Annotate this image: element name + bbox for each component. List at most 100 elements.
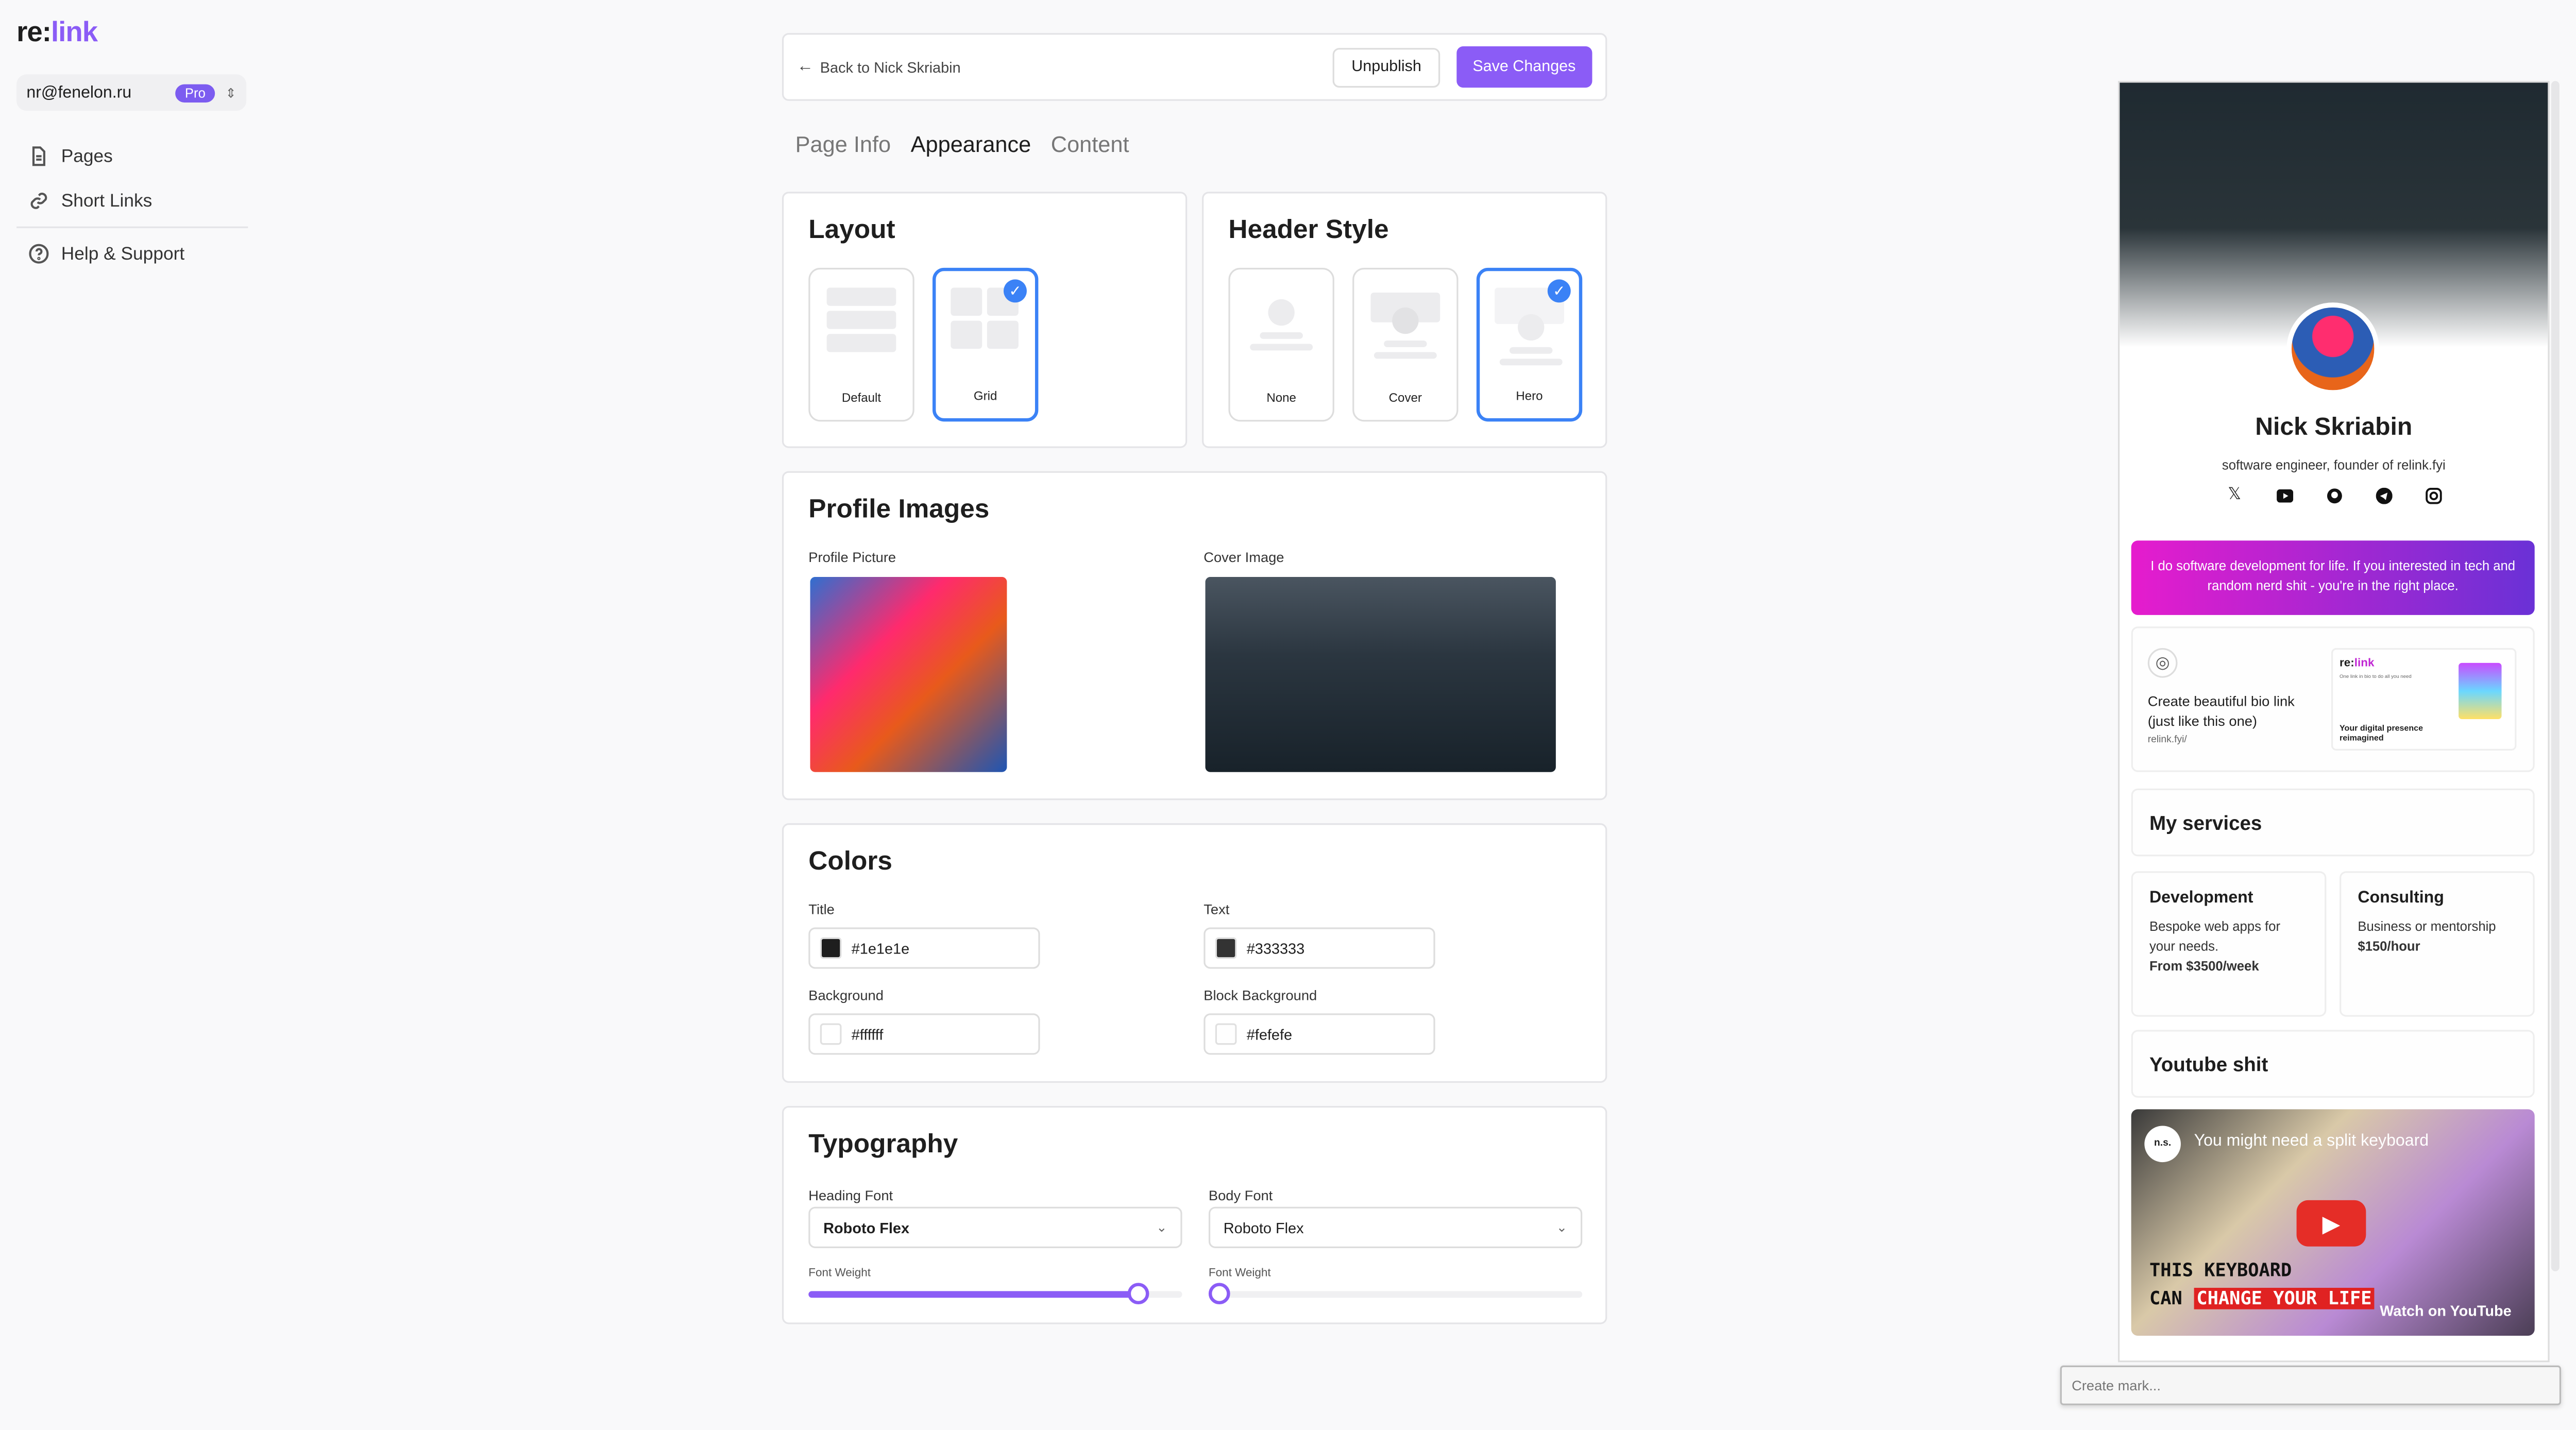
sidebar-item-label: Help & Support [61,244,185,264]
preview-scrollbar[interactable] [2551,81,2560,1271]
color-value: #333333 [1246,940,1305,957]
profile-images-section: Profile Images Profile Picture Cover Ima… [782,471,1607,801]
color-value: #ffffff [851,1026,884,1043]
body-weight-thumb[interactable] [1208,1283,1230,1305]
preview-service-card[interactable]: Consulting Business or mentorship $150/h… [2340,871,2535,1017]
color-swatch[interactable] [1215,1023,1237,1045]
sidebar-item-pages[interactable]: Pages [16,134,248,179]
preview-text-banner: I do software development for life. If y… [2131,540,2535,615]
tab-appearance[interactable]: Appearance [911,132,1031,157]
preview-youtube-embed[interactable]: n.s. You might need a split keyboard ▶ T… [2131,1109,2535,1336]
preview-socials: 𝕏 [2120,486,2548,504]
back-label: Back to Nick Skriabin [820,58,961,76]
preview-link-card[interactable]: ◎ Create beautiful bio link (just like t… [2131,626,2535,772]
preview-avatar [1268,299,1295,326]
page-preview: Nick Skriabin software engineer, founder… [2117,81,2550,1363]
chevron-updown-icon: ⇕ [225,85,236,100]
field-label: Heading Font [808,1187,893,1204]
preview-name: Nick Skriabin [2255,413,2413,441]
preview-block [951,320,982,349]
play-icon[interactable]: ▶ [2296,1200,2366,1247]
heading-font-select[interactable]: Roboto Flex ⌄ [808,1206,1182,1248]
block-background-color-input[interactable]: #fefefe [1204,1013,1435,1055]
header-option-cover[interactable]: Cover [1352,267,1459,422]
title-color-input[interactable]: #1e1e1e [808,927,1040,969]
preview-block [826,334,896,352]
body-font-select[interactable]: Roboto Flex ⌄ [1208,1206,1583,1248]
preview-line [1499,359,1563,366]
layout-option-default[interactable]: Default [808,267,914,422]
preview-avatar [1518,314,1545,341]
background-color-input[interactable]: #ffffff [808,1013,1040,1055]
body-weight-slider[interactable] [1208,1291,1583,1298]
chevron-down-icon: ⌄ [1556,1220,1568,1235]
select-value: Roboto Flex [1223,1219,1304,1236]
tab-content[interactable]: Content [1051,132,1129,157]
section-title: Typography [808,1131,958,1159]
unpublish-button[interactable]: Unpublish [1333,47,1440,87]
logo-prefix: re: [16,16,52,48]
field-label: Profile Picture [808,549,896,566]
create-mark-input[interactable] [2060,1365,2562,1405]
telegram-icon[interactable] [2374,486,2392,504]
service-price: $150/hour [2358,939,2420,954]
preview-block [826,311,896,329]
layout-option-grid[interactable]: ✓ Grid [932,267,1039,422]
preview-block [987,320,1019,349]
preview-line [1374,352,1437,359]
sidebar-item-label: Short Links [61,191,152,211]
sidebar-item-short-links[interactable]: Short Links [16,179,248,224]
save-button[interactable]: Save Changes [1456,46,1592,88]
header-option-none[interactable]: None [1228,267,1334,422]
color-swatch[interactable] [820,1023,842,1045]
thumb-graphic [2459,662,2502,720]
thumb-small-text: One link in bio to do all you need [2340,673,2412,679]
preview-services-heading: My services [2131,788,2535,857]
help-icon [29,244,49,264]
sidebar-nav: Pages Short Links Help & Support [16,134,248,276]
header-option-hero[interactable]: ✓ Hero [1476,267,1583,422]
option-label: Grid [973,388,997,404]
service-title: Development [2149,889,2253,908]
typography-section: Typography Heading Font Roboto Flex ⌄ Bo… [782,1105,1607,1324]
back-link[interactable]: ← Back to Nick Skriabin [797,58,1333,76]
cover-image-upload[interactable] [1205,577,1556,772]
preview-avatar [2286,302,2380,395]
color-value: #fefefe [1246,1026,1293,1043]
tab-page-info[interactable]: Page Info [795,132,891,157]
arrow-left-icon: ← [796,58,814,76]
check-icon: ✓ [1003,279,1027,303]
layout-section: Layout Default ✓ Grid [782,192,1188,448]
field-label: Text [1204,901,1230,918]
text-color-input[interactable]: #333333 [1204,927,1435,969]
account-switcher[interactable]: nr@fenelon.ru Pro ⇕ [16,74,247,111]
x-icon[interactable]: 𝕏 [2226,486,2244,504]
preview-bio: software engineer, founder of relink.fyi [2222,457,2446,473]
preview-service-card[interactable]: Development Bespoke web apps for your ne… [2131,871,2327,1017]
profile-picture-upload[interactable] [810,577,1007,772]
watch-on-youtube-link[interactable]: Watch on YouTube [2380,1303,2512,1319]
video-title: You might need a split keyboard [2194,1132,2429,1151]
file-icon [32,146,45,166]
sidebar-item-help[interactable]: Help & Support [16,231,248,276]
thumb-logo-prefix: re: [2340,658,2354,670]
color-swatch[interactable] [820,937,842,959]
account-email: nr@fenelon.ru [26,83,132,102]
github-icon[interactable] [2325,486,2343,504]
app-logo[interactable]: re:link [16,16,98,49]
heading-weight-thumb[interactable] [1127,1283,1149,1305]
youtube-icon[interactable] [2275,486,2293,504]
preview-block [951,287,982,316]
field-label: Background [808,986,884,1003]
option-label: None [1266,390,1296,405]
color-swatch[interactable] [1215,937,1237,959]
heading-text: Youtube shit [2149,1053,2268,1077]
plan-badge: Pro [175,83,216,102]
option-label: Hero [1516,388,1543,404]
preview-line [1509,347,1553,354]
link-card-thumbnail: re:link One link in bio to do all you ne… [2331,648,2517,751]
slider-fill [808,1291,1138,1298]
link-icon [30,193,47,209]
instagram-icon[interactable] [2424,486,2442,504]
link-card-url: relink.fyi/ [2147,736,2187,746]
